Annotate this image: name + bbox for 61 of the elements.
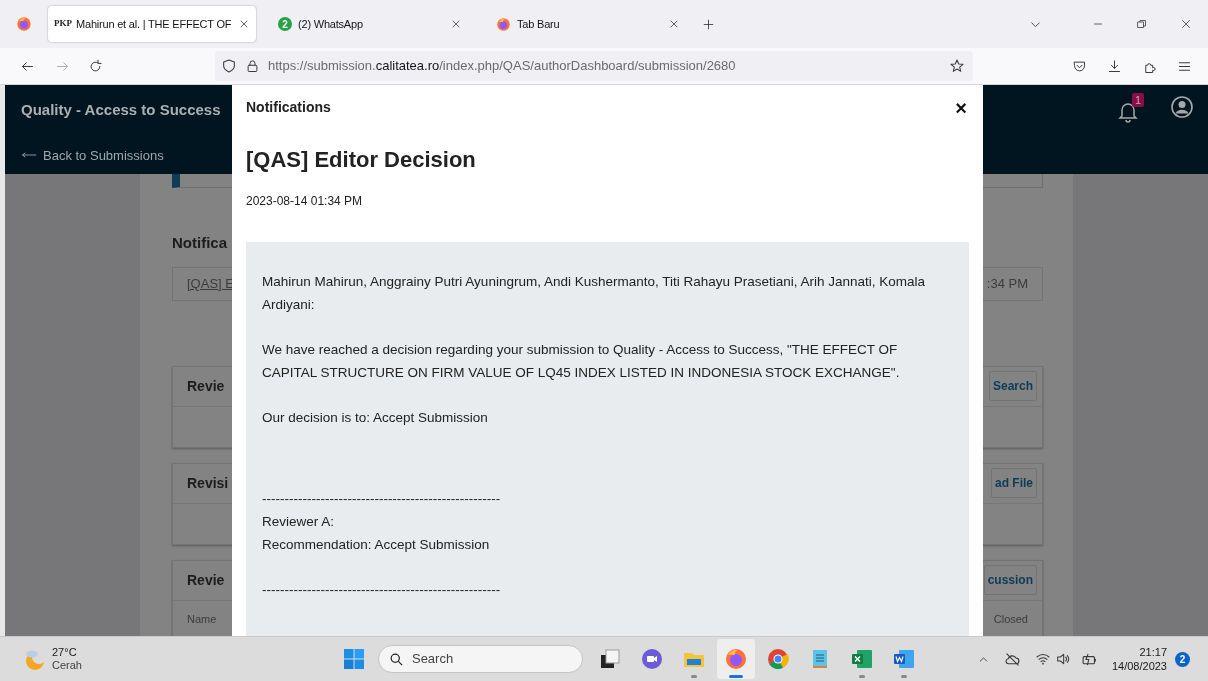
dialog-title: [QAS] Editor Decision bbox=[246, 146, 477, 174]
word-processor-icon bbox=[891, 647, 916, 671]
message-text: ----------------------------------------------------- bbox=[262, 490, 502, 508]
close-button[interactable]: × bbox=[955, 97, 967, 118]
panel-title: Revie bbox=[187, 570, 225, 590]
notification-time: :34 PM bbox=[986, 274, 1028, 293]
tab-title: Mahirun et al. | THE EFFECT OF bbox=[76, 16, 233, 32]
message-text: Our decision is to: Accept Submission bbox=[262, 409, 489, 427]
close-icon[interactable] bbox=[238, 18, 250, 30]
volume-icon[interactable] bbox=[1054, 651, 1071, 667]
dialog-heading: Notifications bbox=[246, 98, 331, 117]
close-icon[interactable] bbox=[450, 18, 462, 30]
shield-icon[interactable] bbox=[221, 58, 237, 74]
column-header: Closed bbox=[993, 612, 1028, 628]
new-tab-icon[interactable] bbox=[702, 17, 715, 31]
restore-icon[interactable] bbox=[1136, 18, 1148, 30]
favicon: PKP bbox=[54, 17, 72, 31]
notification-badge[interactable]: 2 bbox=[1175, 651, 1190, 667]
video-chat-icon bbox=[639, 647, 664, 671]
url-text: https://submission.calitatea.ro/index.php/QAS/authorDashboard/submission/2680 bbox=[268, 57, 736, 76]
site-title[interactable]: Quality - Access to Success bbox=[21, 99, 221, 122]
cloud-off-icon[interactable] bbox=[1003, 650, 1021, 668]
search-icon bbox=[388, 651, 404, 667]
message-text: Recommendation: Accept Submission bbox=[262, 536, 491, 554]
message-text: Mahirun Mahirun, Anggrainy Putri Ayuningrum, Andi Kushermanto, Titi Rahayu Prasetiani, Arih Jannati, Komala Ardiyani: bbox=[262, 273, 927, 314]
close-icon[interactable] bbox=[668, 18, 680, 30]
bookmark-star-icon[interactable] bbox=[949, 58, 965, 74]
browser-tab[interactable]: Tab Baru bbox=[484, 6, 692, 42]
back-link[interactable]: Back to Submissions bbox=[21, 145, 221, 165]
section-heading: Notifica bbox=[172, 233, 228, 253]
tab-title: (2) WhatsApp bbox=[298, 16, 364, 32]
start-icon[interactable] bbox=[341, 647, 366, 671]
spreadsheet-app-icon bbox=[849, 647, 874, 671]
download-icon[interactable] bbox=[1107, 58, 1122, 74]
firefox-icon bbox=[496, 16, 511, 32]
column-header: Name bbox=[187, 612, 217, 628]
firefox-icon bbox=[723, 647, 748, 671]
wifi-icon[interactable] bbox=[1034, 651, 1051, 667]
reload-icon[interactable] bbox=[88, 58, 103, 74]
clock[interactable]: 21:17 14/08/2023 bbox=[1111, 645, 1167, 673]
browser-tab[interactable]: 2 (2) WhatsApp bbox=[266, 6, 474, 42]
close-icon[interactable] bbox=[1180, 18, 1192, 30]
message-text: We have reached a decision regarding your submission to Quality - Access to Success, "THE EFFECT OF CAPITAL STRUCTURE ON FIRM VALUE OF LQ45 INDEX LISTED IN INDONESIA STOCK EXCHANGE". bbox=[262, 341, 901, 382]
message-text: Reviewer A: bbox=[262, 513, 336, 531]
temperature[interactable]: 27°C bbox=[52, 646, 82, 659]
panel-title: Revie bbox=[187, 376, 225, 396]
weather-condition[interactable]: Cerah bbox=[52, 659, 82, 672]
message-text: ----------------------------------------------------- bbox=[262, 581, 502, 599]
panel-title: Revisi bbox=[187, 473, 229, 493]
search-field[interactable]: Search bbox=[377, 645, 583, 673]
chrome-icon bbox=[765, 647, 790, 671]
firefox-icon[interactable] bbox=[16, 16, 32, 32]
notification-date: 2023-08-14 01:34 PM bbox=[246, 193, 364, 210]
pocket-icon[interactable] bbox=[1072, 58, 1087, 74]
address-bar[interactable]: https://submission.calitatea.ro/index.php/QAS/authorDashboard/submission/2680 bbox=[215, 51, 973, 81]
tab-title: Tab Baru bbox=[517, 16, 561, 32]
notification-count: 1 bbox=[1131, 93, 1144, 107]
user-avatar-icon[interactable] bbox=[1170, 95, 1194, 119]
browser-tab[interactable]: PKP Mahirun et al. | THE EFFECT OF bbox=[48, 6, 256, 42]
lock-icon bbox=[245, 58, 260, 74]
whatsapp-badge: 2 bbox=[278, 17, 292, 31]
